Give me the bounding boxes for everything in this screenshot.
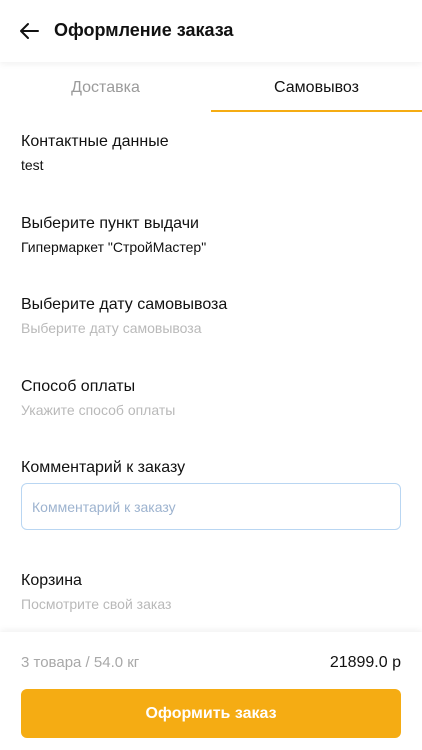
pickup-date-placeholder: Выберите дату самовывоза [21, 320, 202, 336]
order-summary: 3 товара / 54.0 кг [21, 654, 140, 671]
pickup-point-title: Выберите пункт выдачи [21, 215, 199, 232]
pickup-date-title: Выберите дату самовывоза [21, 296, 228, 313]
pickup-date-section[interactable]: Выберите дату самовывоза Выберите дату с… [21, 296, 401, 336]
comment-section: Комментарий к заказу [21, 459, 401, 477]
page-title: Оформление заказа [54, 20, 234, 40]
cart-title: Корзина [21, 572, 82, 589]
delivery-tabs: Доставка Самовывоз [0, 62, 422, 112]
comment-title: Комментарий к заказу [21, 459, 186, 476]
arrow-left-icon[interactable] [18, 20, 40, 42]
app-header: Оформление заказа [0, 0, 422, 62]
place-order-button[interactable]: Оформить заказ [21, 689, 401, 738]
payment-placeholder: Укажите способ оплаты [21, 402, 176, 418]
contact-section[interactable]: Контактные данные test [21, 133, 401, 173]
tab-delivery[interactable]: Доставка [0, 62, 211, 112]
pickup-point-section[interactable]: Выберите пункт выдачи Гипермаркет "Строй… [21, 215, 401, 255]
cart-section[interactable]: Корзина Посмотрите свой заказ [21, 572, 401, 612]
comment-input[interactable] [21, 483, 401, 530]
contact-title: Контактные данные [21, 133, 169, 150]
payment-section[interactable]: Способ оплаты Укажите способ оплаты [21, 378, 401, 418]
order-footer: 3 товара / 54.0 кг 21899.0 р Оформить за… [0, 632, 422, 750]
order-total: 21899.0 р [329, 654, 401, 671]
payment-title: Способ оплаты [21, 378, 136, 395]
contact-value: test [21, 157, 44, 173]
pickup-point-value: Гипермаркет "СтройМастер" [21, 239, 207, 255]
tab-pickup[interactable]: Самовывоз [211, 62, 422, 112]
cart-placeholder: Посмотрите свой заказ [21, 596, 172, 612]
